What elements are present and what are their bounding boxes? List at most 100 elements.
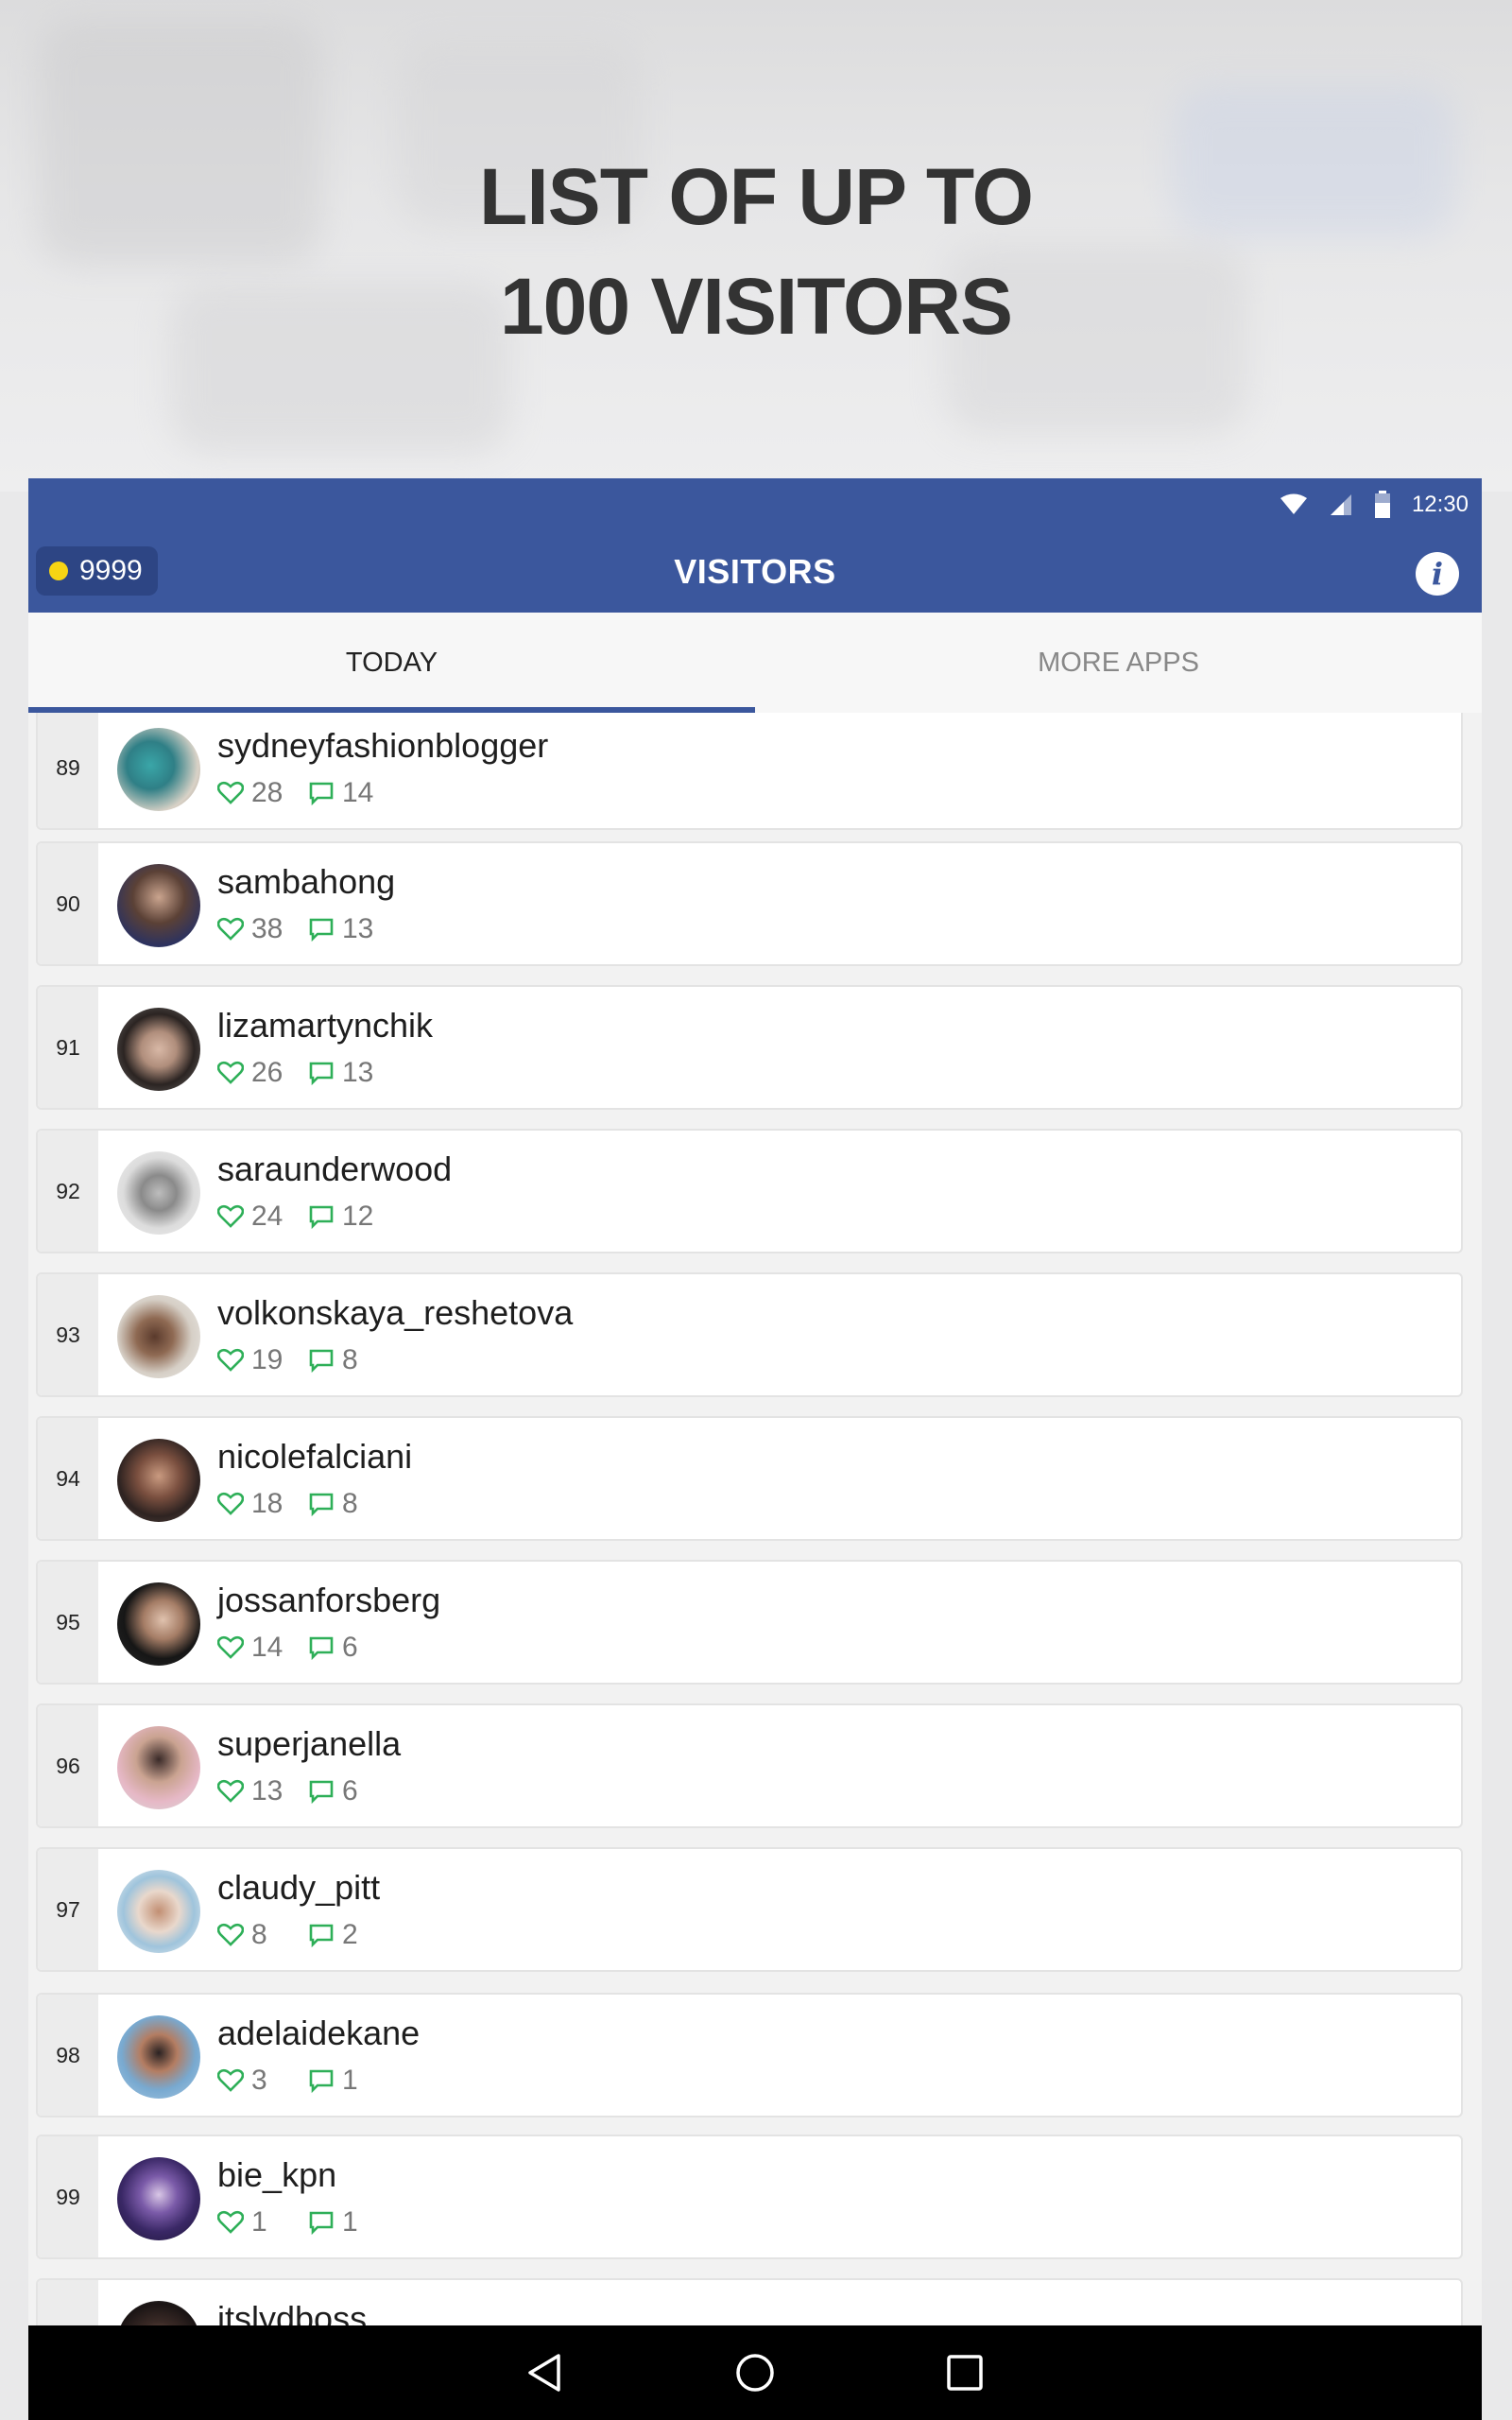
likes-count: 1 [251,2206,267,2238]
headline-line-1: LIST OF UP TO [479,152,1034,241]
heart-icon [217,781,244,804]
likes-count: 13 [251,1775,284,1806]
comments-count: 8 [342,1344,358,1375]
visitor-username: superjanella [217,1724,402,1763]
comment-icon [309,2211,334,2235]
avatar [117,1439,200,1522]
likes-count: 18 [251,1488,284,1519]
comments-count: 12 [342,1201,374,1232]
visitor-row[interactable]: 91 lizamartynchik 26 13 [36,985,1463,1110]
visitor-row[interactable]: 89 sydneyfashionblogger 28 14 [36,713,1463,830]
visitor-row[interactable]: 98 adelaidekane 3 1 [36,1993,1463,2118]
home-icon[interactable] [734,2352,776,2394]
heart-icon [217,1635,244,1659]
signal-icon [1330,494,1351,515]
comments-count: 1 [342,2065,358,2096]
comments-count: 8 [342,1488,358,1519]
visitor-username: saraunderwood [217,1150,453,1188]
visitor-rank: 90 [38,843,98,964]
comments-count: 6 [342,1775,358,1806]
system-nav-bar [28,2325,1482,2420]
likes-count: 26 [251,1057,284,1088]
status-bar: 12:30 [28,478,1482,531]
avatar [117,1870,200,1953]
comment-icon [309,1349,334,1373]
visitor-rank: 89 [38,713,98,828]
visitor-row[interactable]: 90 sambahong 38 13 [36,841,1463,966]
avatar [117,1582,200,1666]
likes-count: 19 [251,1344,284,1375]
heart-icon [217,1204,244,1228]
visitor-username: nicolefalciani [217,1437,413,1476]
promo-headline: LIST OF UP TO 100 VISITORS [0,142,1512,361]
avatar [117,1726,200,1809]
likes-count: 8 [251,1919,267,1950]
avatar [117,864,200,947]
likes-count: 38 [251,913,284,944]
visitor-row[interactable]: 93 volkonskaya_reshetova 19 8 [36,1272,1463,1397]
visitor-row[interactable]: 95 jossanforsberg 14 6 [36,1560,1463,1685]
visitor-rank: 100 [38,2280,98,2329]
visitor-rank: 99 [38,2136,98,2257]
visitor-username: sambahong [217,862,396,901]
visitor-row[interactable]: 94 nicolefalciani 18 8 [36,1416,1463,1541]
heart-icon [217,1923,244,1946]
visitor-list: 89 sydneyfashionblogger 28 14 90 sambaho… [36,713,1472,2329]
visitor-username: volkonskaya_reshetova [217,1293,574,1332]
comment-icon [309,1062,334,1085]
wifi-icon [1280,493,1307,514]
comments-count: 13 [342,913,374,944]
comments-count: 6 [342,1632,358,1663]
headline-line-2: 100 VISITORS [499,262,1013,351]
heart-icon [217,1061,244,1084]
avatar [117,2015,200,2099]
heart-icon [217,1348,244,1372]
battery-icon [1374,491,1390,518]
heart-icon [217,1779,244,1803]
comment-icon [309,2069,334,2093]
comment-icon [309,1636,334,1660]
visitor-rank: 92 [38,1131,98,1252]
recents-icon[interactable] [944,2352,986,2394]
likes-count: 14 [251,1632,284,1663]
comment-icon [309,1780,334,1804]
heart-icon [217,2210,244,2234]
visitor-row[interactable]: 100 itslydboss [36,2278,1463,2329]
visitor-username: bie_kpn [217,2155,337,2194]
heart-icon [217,2068,244,2092]
comment-icon [309,782,334,805]
back-icon[interactable] [524,2352,566,2394]
comments-count: 2 [342,1919,358,1950]
tab-more-apps[interactable]: MORE APPS [755,613,1482,713]
comment-icon [309,1205,334,1229]
comments-count: 13 [342,1057,374,1088]
visitor-row[interactable]: 92 saraunderwood 24 12 [36,1129,1463,1253]
likes-count: 24 [251,1201,284,1232]
visitor-row[interactable]: 97 claudy_pitt 8 2 [36,1847,1463,1972]
status-time: 12:30 [1411,492,1469,517]
tab-today[interactable]: TODAY [28,613,755,713]
visitor-row[interactable]: 96 superjanella 13 6 [36,1703,1463,1828]
visitor-rank: 96 [38,1705,98,1826]
comments-count: 1 [342,2206,358,2238]
visitor-rank: 91 [38,987,98,1108]
heart-icon [217,1492,244,1515]
comment-icon [309,918,334,942]
page-title: VISITORS [674,552,836,591]
avatar [117,1295,200,1378]
comments-count: 14 [342,777,374,808]
visitor-rank: 98 [38,1995,98,2116]
visitor-rank: 95 [38,1562,98,1683]
app-bar: 9999 VISITORS i [28,531,1482,613]
visitor-username: claudy_pitt [217,1868,381,1907]
visitor-rank: 97 [38,1849,98,1970]
avatar [117,2157,200,2240]
avatar [117,1008,200,1091]
info-icon[interactable]: i [1416,552,1459,596]
comment-icon [309,1924,334,1947]
visitor-row[interactable]: 99 bie_kpn 1 1 [36,2135,1463,2259]
visitor-username: sydneyfashionblogger [217,726,549,765]
visitor-username: jossanforsberg [217,1581,441,1619]
tab-bar: TODAY MORE APPS [28,613,1482,713]
app-screen: 12:30 9999 VISITORS i TODAY MORE APPS 89… [28,478,1482,2420]
